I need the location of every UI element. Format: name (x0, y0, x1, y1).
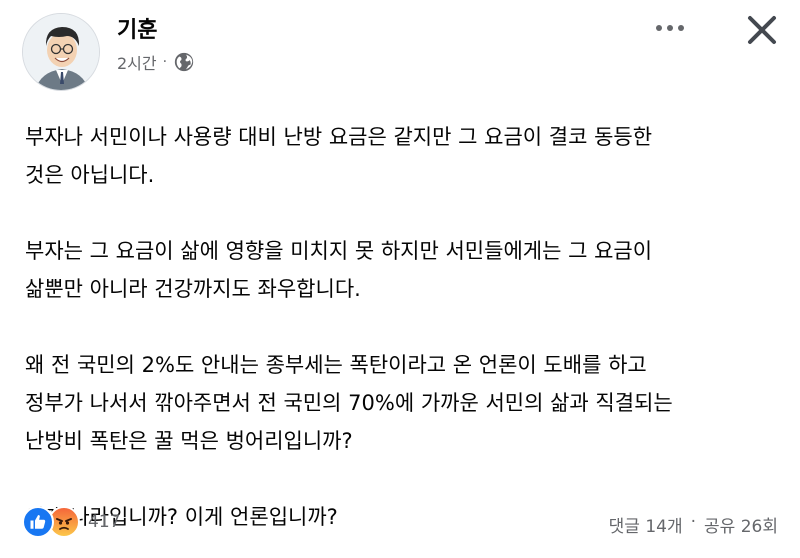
shares-count[interactable]: 공유 26회 (704, 512, 778, 537)
post-meta: 2시간 · (117, 50, 195, 74)
comments-count[interactable]: 댓글 14개 (609, 512, 683, 537)
paragraph: 부자는 그 요금이 삶에 영향을 미치지 못 하지만 서민들에게는 그 요금이 … (25, 232, 785, 308)
more-options-button[interactable] (650, 16, 690, 40)
post-footer: 417 댓글 14개 · 공유 26회 (0, 500, 800, 544)
paragraph: 부자나 서민이나 사용량 대비 난방 요금은 같지만 그 요금이 결코 동등한 … (25, 118, 785, 194)
meta-separator: · (162, 54, 168, 70)
text-line: 난방비 폭탄은 꿀 먹은 벙어리입니까? (25, 429, 353, 453)
avatar[interactable] (22, 13, 100, 91)
text-line: 정부가 나서서 깎아주면서 전 국민의 70%에 가까운 서민의 삶과 직결되는 (25, 391, 673, 415)
text-line: 것은 아닙니다. (25, 163, 155, 187)
more-icon (656, 25, 662, 31)
author-name[interactable]: 기훈 (117, 12, 157, 44)
stats-separator: · (690, 512, 697, 532)
close-button[interactable] (742, 10, 782, 50)
text-line: 부자나 서민이나 사용량 대비 난방 요금은 같지만 그 요금이 결코 동등한 (25, 125, 653, 149)
text-line: 부자는 그 요금이 삶에 영향을 미치지 못 하지만 서민들에게는 그 요금이 (25, 239, 653, 263)
globe-icon (174, 52, 194, 72)
paragraph: 왜 전 국민의 2%도 안내는 종부세는 폭탄이라고 온 언론이 도배를 하고 … (25, 346, 785, 460)
post-header: 기훈 2시간 · (0, 0, 800, 100)
text-line: 삶뿐만 아니라 건강까지도 좌우합니다. (25, 277, 361, 301)
reactions-summary[interactable]: 417 (22, 506, 120, 538)
like-icon (22, 506, 54, 538)
engagement-stats: 댓글 14개 · 공유 26회 (609, 512, 778, 537)
post-body: 부자나 서민이나 사용량 대비 난방 요금은 같지만 그 요금이 결코 동등한 … (25, 118, 785, 536)
post-time[interactable]: 2시간 (117, 50, 157, 74)
text-line: 왜 전 국민의 2%도 안내는 종부세는 폭탄이라고 온 언론이 도배를 하고 (25, 353, 647, 377)
close-icon (748, 16, 776, 44)
reaction-count[interactable]: 417 (88, 512, 120, 532)
